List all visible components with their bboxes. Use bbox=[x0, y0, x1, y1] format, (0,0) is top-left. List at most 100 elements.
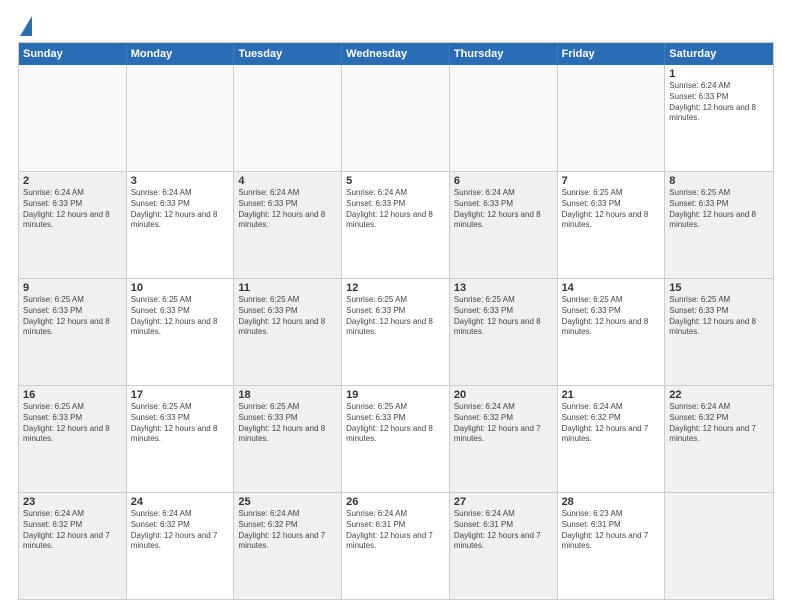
calendar-cell-23: 23Sunrise: 6:24 AM Sunset: 6:32 PM Dayli… bbox=[19, 493, 127, 599]
cell-info: Sunrise: 6:24 AM Sunset: 6:33 PM Dayligh… bbox=[669, 81, 769, 124]
cell-info: Sunrise: 6:25 AM Sunset: 6:33 PM Dayligh… bbox=[238, 402, 337, 445]
cell-info: Sunrise: 6:25 AM Sunset: 6:33 PM Dayligh… bbox=[562, 295, 661, 338]
calendar-row-4: 16Sunrise: 6:25 AM Sunset: 6:33 PM Dayli… bbox=[19, 385, 773, 492]
cell-info: Sunrise: 6:25 AM Sunset: 6:33 PM Dayligh… bbox=[23, 402, 122, 445]
calendar-cell-12: 12Sunrise: 6:25 AM Sunset: 6:33 PM Dayli… bbox=[342, 279, 450, 385]
calendar-cell-28: 28Sunrise: 6:23 AM Sunset: 6:31 PM Dayli… bbox=[558, 493, 666, 599]
header-day-thursday: Thursday bbox=[450, 43, 558, 65]
calendar-row-2: 2Sunrise: 6:24 AM Sunset: 6:33 PM Daylig… bbox=[19, 171, 773, 278]
cell-info: Sunrise: 6:24 AM Sunset: 6:33 PM Dayligh… bbox=[131, 188, 230, 231]
cell-info: Sunrise: 6:24 AM Sunset: 6:31 PM Dayligh… bbox=[346, 509, 445, 552]
logo-triangle-icon bbox=[20, 16, 32, 36]
calendar-cell-empty-0-1 bbox=[127, 65, 235, 171]
cell-info: Sunrise: 6:24 AM Sunset: 6:32 PM Dayligh… bbox=[454, 402, 553, 445]
header-area bbox=[18, 18, 774, 34]
calendar-cell-18: 18Sunrise: 6:25 AM Sunset: 6:33 PM Dayli… bbox=[234, 386, 342, 492]
calendar-cell-10: 10Sunrise: 6:25 AM Sunset: 6:33 PM Dayli… bbox=[127, 279, 235, 385]
calendar-cell-26: 26Sunrise: 6:24 AM Sunset: 6:31 PM Dayli… bbox=[342, 493, 450, 599]
day-number: 15 bbox=[669, 282, 769, 294]
cell-info: Sunrise: 6:23 AM Sunset: 6:31 PM Dayligh… bbox=[562, 509, 661, 552]
calendar-cell-2: 2Sunrise: 6:24 AM Sunset: 6:33 PM Daylig… bbox=[19, 172, 127, 278]
header-day-saturday: Saturday bbox=[665, 43, 773, 65]
day-number: 16 bbox=[23, 389, 122, 401]
calendar-cell-13: 13Sunrise: 6:25 AM Sunset: 6:33 PM Dayli… bbox=[450, 279, 558, 385]
cell-info: Sunrise: 6:25 AM Sunset: 6:33 PM Dayligh… bbox=[346, 295, 445, 338]
day-number: 12 bbox=[346, 282, 445, 294]
day-number: 25 bbox=[238, 496, 337, 508]
cell-info: Sunrise: 6:25 AM Sunset: 6:33 PM Dayligh… bbox=[23, 295, 122, 338]
page: SundayMondayTuesdayWednesdayThursdayFrid… bbox=[0, 0, 792, 612]
calendar-row-5: 23Sunrise: 6:24 AM Sunset: 6:32 PM Dayli… bbox=[19, 492, 773, 599]
calendar-cell-9: 9Sunrise: 6:25 AM Sunset: 6:33 PM Daylig… bbox=[19, 279, 127, 385]
calendar-cell-empty-0-2 bbox=[234, 65, 342, 171]
day-number: 17 bbox=[131, 389, 230, 401]
day-number: 24 bbox=[131, 496, 230, 508]
day-number: 13 bbox=[454, 282, 553, 294]
cell-info: Sunrise: 6:24 AM Sunset: 6:33 PM Dayligh… bbox=[23, 188, 122, 231]
day-number: 4 bbox=[238, 175, 337, 187]
calendar-cell-1: 1Sunrise: 6:24 AM Sunset: 6:33 PM Daylig… bbox=[665, 65, 773, 171]
calendar-cell-20: 20Sunrise: 6:24 AM Sunset: 6:32 PM Dayli… bbox=[450, 386, 558, 492]
header-day-monday: Monday bbox=[127, 43, 235, 65]
calendar-cell-4: 4Sunrise: 6:24 AM Sunset: 6:33 PM Daylig… bbox=[234, 172, 342, 278]
calendar-header: SundayMondayTuesdayWednesdayThursdayFrid… bbox=[19, 43, 773, 65]
day-number: 3 bbox=[131, 175, 230, 187]
day-number: 7 bbox=[562, 175, 661, 187]
cell-info: Sunrise: 6:25 AM Sunset: 6:33 PM Dayligh… bbox=[131, 402, 230, 445]
header-day-friday: Friday bbox=[558, 43, 666, 65]
day-number: 6 bbox=[454, 175, 553, 187]
day-number: 8 bbox=[669, 175, 769, 187]
calendar-cell-24: 24Sunrise: 6:24 AM Sunset: 6:32 PM Dayli… bbox=[127, 493, 235, 599]
calendar-cell-27: 27Sunrise: 6:24 AM Sunset: 6:31 PM Dayli… bbox=[450, 493, 558, 599]
cell-info: Sunrise: 6:25 AM Sunset: 6:33 PM Dayligh… bbox=[562, 188, 661, 231]
calendar-cell-22: 22Sunrise: 6:24 AM Sunset: 6:32 PM Dayli… bbox=[665, 386, 773, 492]
cell-info: Sunrise: 6:24 AM Sunset: 6:33 PM Dayligh… bbox=[454, 188, 553, 231]
day-number: 26 bbox=[346, 496, 445, 508]
day-number: 2 bbox=[23, 175, 122, 187]
calendar-row-3: 9Sunrise: 6:25 AM Sunset: 6:33 PM Daylig… bbox=[19, 278, 773, 385]
calendar-cell-empty-0-0 bbox=[19, 65, 127, 171]
calendar-cell-11: 11Sunrise: 6:25 AM Sunset: 6:33 PM Dayli… bbox=[234, 279, 342, 385]
header-day-tuesday: Tuesday bbox=[234, 43, 342, 65]
logo bbox=[18, 18, 32, 34]
header-day-sunday: Sunday bbox=[19, 43, 127, 65]
calendar-cell-3: 3Sunrise: 6:24 AM Sunset: 6:33 PM Daylig… bbox=[127, 172, 235, 278]
cell-info: Sunrise: 6:25 AM Sunset: 6:33 PM Dayligh… bbox=[669, 188, 769, 231]
day-number: 20 bbox=[454, 389, 553, 401]
calendar-cell-21: 21Sunrise: 6:24 AM Sunset: 6:32 PM Dayli… bbox=[558, 386, 666, 492]
calendar-cell-16: 16Sunrise: 6:25 AM Sunset: 6:33 PM Dayli… bbox=[19, 386, 127, 492]
calendar-cell-25: 25Sunrise: 6:24 AM Sunset: 6:32 PM Dayli… bbox=[234, 493, 342, 599]
cell-info: Sunrise: 6:24 AM Sunset: 6:32 PM Dayligh… bbox=[669, 402, 769, 445]
cell-info: Sunrise: 6:24 AM Sunset: 6:33 PM Dayligh… bbox=[346, 188, 445, 231]
cell-info: Sunrise: 6:24 AM Sunset: 6:32 PM Dayligh… bbox=[238, 509, 337, 552]
day-number: 18 bbox=[238, 389, 337, 401]
day-number: 22 bbox=[669, 389, 769, 401]
cell-info: Sunrise: 6:25 AM Sunset: 6:33 PM Dayligh… bbox=[238, 295, 337, 338]
calendar-cell-19: 19Sunrise: 6:25 AM Sunset: 6:33 PM Dayli… bbox=[342, 386, 450, 492]
calendar-cell-empty-0-5 bbox=[558, 65, 666, 171]
cell-info: Sunrise: 6:24 AM Sunset: 6:32 PM Dayligh… bbox=[23, 509, 122, 552]
calendar-cell-15: 15Sunrise: 6:25 AM Sunset: 6:33 PM Dayli… bbox=[665, 279, 773, 385]
calendar-cell-empty-4-6 bbox=[665, 493, 773, 599]
calendar: SundayMondayTuesdayWednesdayThursdayFrid… bbox=[18, 42, 774, 600]
day-number: 14 bbox=[562, 282, 661, 294]
calendar-cell-6: 6Sunrise: 6:24 AM Sunset: 6:33 PM Daylig… bbox=[450, 172, 558, 278]
cell-info: Sunrise: 6:25 AM Sunset: 6:33 PM Dayligh… bbox=[131, 295, 230, 338]
calendar-cell-5: 5Sunrise: 6:24 AM Sunset: 6:33 PM Daylig… bbox=[342, 172, 450, 278]
day-number: 11 bbox=[238, 282, 337, 294]
calendar-body: 1Sunrise: 6:24 AM Sunset: 6:33 PM Daylig… bbox=[19, 65, 773, 599]
day-number: 28 bbox=[562, 496, 661, 508]
calendar-cell-17: 17Sunrise: 6:25 AM Sunset: 6:33 PM Dayli… bbox=[127, 386, 235, 492]
calendar-cell-empty-0-4 bbox=[450, 65, 558, 171]
day-number: 23 bbox=[23, 496, 122, 508]
calendar-cell-7: 7Sunrise: 6:25 AM Sunset: 6:33 PM Daylig… bbox=[558, 172, 666, 278]
day-number: 21 bbox=[562, 389, 661, 401]
calendar-cell-8: 8Sunrise: 6:25 AM Sunset: 6:33 PM Daylig… bbox=[665, 172, 773, 278]
day-number: 27 bbox=[454, 496, 553, 508]
day-number: 9 bbox=[23, 282, 122, 294]
day-number: 5 bbox=[346, 175, 445, 187]
cell-info: Sunrise: 6:24 AM Sunset: 6:33 PM Dayligh… bbox=[238, 188, 337, 231]
day-number: 19 bbox=[346, 389, 445, 401]
cell-info: Sunrise: 6:24 AM Sunset: 6:32 PM Dayligh… bbox=[131, 509, 230, 552]
header-day-wednesday: Wednesday bbox=[342, 43, 450, 65]
